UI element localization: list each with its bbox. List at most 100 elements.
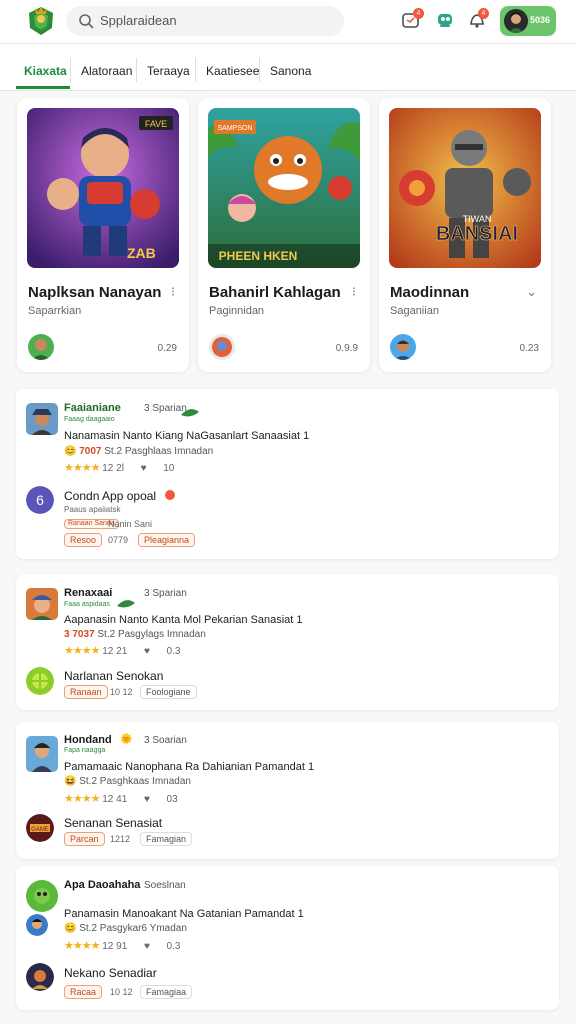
more-icon[interactable]: ⁝	[171, 284, 175, 300]
search-icon	[79, 14, 94, 29]
reply-avatar	[26, 963, 54, 991]
reply-pill-2[interactable]: Famagiaa	[140, 985, 193, 999]
post-meta: 3 7037 St.2 Pasgylags Imnadan	[64, 629, 206, 640]
meta-highlight: 3 7037	[64, 629, 95, 640]
post-text: Pamamaaic Nanophana Ra Dahianian Pamanda…	[64, 761, 315, 773]
meta-text: St.2 Pasghkaas Imnadan	[79, 776, 191, 787]
game-name[interactable]: Apa Daoahaha	[64, 879, 140, 891]
featured-card[interactable]: FAVE ZAB Naplksan Nanayan ⁝ Saparrkian 0…	[17, 98, 189, 372]
post-stats: ★★★★ 12 2l ♥ 10	[64, 461, 174, 474]
reply-pill-value: 1212	[110, 834, 131, 844]
rating-stars: ★★★★	[64, 462, 100, 474]
emoji-icon: 😊	[64, 923, 77, 934]
post-stats: ★★★★ 12 91 ♥ 0.3	[64, 939, 180, 952]
heart-icon[interactable]: ♥	[144, 941, 150, 952]
post-time: 3 Sparian	[144, 588, 187, 599]
stat-count: 03	[166, 794, 178, 805]
secondary-avatar	[26, 914, 48, 936]
game-avatar	[26, 588, 58, 620]
developer-avatar	[390, 334, 416, 360]
list-card[interactable]: Hondand 🌞 3 Soarian Fapa naagga Pamamaai…	[16, 722, 559, 859]
reply-name[interactable]: Condn App opoal	[64, 489, 156, 503]
account-button[interactable]: 5036	[500, 6, 556, 36]
tab-sanona[interactable]: Sanona	[270, 64, 311, 78]
post-stats: ★★★★ 12 41 ♥ 03	[64, 792, 178, 805]
tab-kiaxata[interactable]: Kiaxata	[24, 64, 67, 78]
search-bar[interactable]: Spplaraidean	[66, 6, 344, 36]
list-card[interactable]: Faaianiane 3 Sparian Faaag daagaaio Nana…	[16, 389, 559, 559]
featured-subtitle: Paginnidan	[209, 305, 265, 317]
notification-badge-2: 4	[478, 8, 489, 19]
game-name[interactable]: Faaianiane	[64, 402, 121, 414]
reply-pill-value: 0779	[108, 535, 129, 545]
game-name[interactable]: Renaxaai	[64, 587, 112, 599]
list-card[interactable]: Apa Daoahaha Soeslnan Panamasin Manoakan…	[16, 866, 559, 1010]
post-stats: ★★★★ 12 21 ♥ 0.3	[64, 644, 180, 657]
reply-pill-2[interactable]: Foologiane	[140, 685, 197, 699]
emoji-icon: 😆	[64, 776, 77, 787]
heart-icon[interactable]: ♥	[144, 646, 150, 657]
reply-name[interactable]: Narlanan Senokan	[64, 669, 163, 683]
reply-pill-2[interactable]: Famagian	[140, 832, 193, 846]
featured-title: Bahanirl Kahlagan	[209, 284, 341, 301]
reply-pill-value: 10 12	[110, 987, 133, 997]
stat-count: 10	[163, 463, 175, 474]
more-icon[interactable]: ⁝	[352, 284, 356, 300]
meta-text: St.2 Pasgykar6 Ymadan	[79, 923, 187, 934]
list-card[interactable]: Renaxaai 3 Sparian Faaa aspidaas Aapanas…	[16, 574, 559, 710]
active-tab-indicator	[16, 86, 70, 89]
notification-badge: 4	[413, 8, 424, 19]
app-logo-icon[interactable]	[24, 4, 58, 38]
reply-avatar: GAME	[26, 814, 54, 842]
stat-value: 12 2l	[102, 463, 124, 474]
reply-name[interactable]: Nekano Senadiar	[64, 966, 157, 980]
tab-divider	[195, 58, 196, 82]
featured-subtitle: Saganiian	[390, 305, 439, 317]
featured-value: 0.23	[519, 343, 539, 354]
reply-pill-2[interactable]: Pleagianna	[138, 533, 196, 547]
dot-icon	[165, 490, 175, 500]
tab-divider	[259, 58, 260, 82]
game-controller-icon[interactable]	[434, 9, 456, 31]
game-subtitle: Faaag daagaaio	[64, 416, 115, 423]
tab-divider	[136, 58, 137, 82]
stat-value: 12 41	[102, 794, 128, 805]
featured-value: 0.9.9	[335, 343, 358, 354]
heart-icon[interactable]: ♥	[141, 463, 147, 474]
reply-name[interactable]: Senanan Senasiat	[64, 816, 162, 830]
stat-value: 12 21	[102, 646, 128, 657]
reply-subtitle: Paaus apaiiatsk	[64, 505, 121, 514]
post-text: Aapanasin Nanto Kanta Mol Pekarian Sanas…	[64, 614, 303, 626]
featured-title: Maodinnan	[390, 284, 470, 301]
tab-divider	[70, 58, 71, 82]
game-artwork: FAVE ZAB	[27, 108, 179, 268]
reply-pill[interactable]: Parcan	[64, 832, 105, 846]
featured-card[interactable]: SAMPSON PHEEN HKEN Bahanirl Kahlagan ⁝ P…	[198, 98, 370, 372]
art-title-text: PHEEN HKEN	[219, 249, 298, 263]
reply-pill[interactable]: Resoo	[64, 533, 103, 547]
reply-pill[interactable]: Racaa	[64, 985, 103, 999]
tab-teraaya[interactable]: Teraaya	[147, 64, 190, 78]
featured-card[interactable]: TIWAN BANSIAI Maodinnan ⌄ Saganiian 0.23	[379, 98, 551, 372]
leaf-icon	[117, 600, 135, 608]
art-tag-text: SAMPSON	[217, 125, 252, 132]
emoji-icon: 😊	[64, 446, 77, 457]
game-avatar	[26, 880, 58, 912]
reply-pill[interactable]: Ranaan	[64, 685, 108, 699]
heart-icon[interactable]: ♥	[144, 794, 150, 805]
meta-highlight: 7007	[79, 446, 102, 457]
tab-kaatiesee[interactable]: Kaatiesee	[206, 64, 259, 78]
post-meta: 😊 St.2 Pasgykar6 Ymadan	[64, 923, 187, 934]
svg-text:6: 6	[36, 492, 44, 508]
art-title-text: ZAB	[127, 245, 156, 261]
rating-stars: ★★★★	[64, 940, 100, 952]
stat-count: 0.3	[166, 646, 181, 657]
developer-avatar	[28, 334, 54, 360]
reply-avatar	[26, 667, 54, 695]
user-avatar	[504, 9, 528, 33]
tab-alatoraan[interactable]: Alatoraan	[81, 64, 132, 78]
developer-avatar	[209, 334, 235, 360]
meta-text: St.2 Pasghlaas Imnadan	[104, 446, 214, 457]
game-name[interactable]: Hondand	[64, 734, 112, 746]
chevron-down-icon[interactable]: ⌄	[526, 284, 537, 300]
